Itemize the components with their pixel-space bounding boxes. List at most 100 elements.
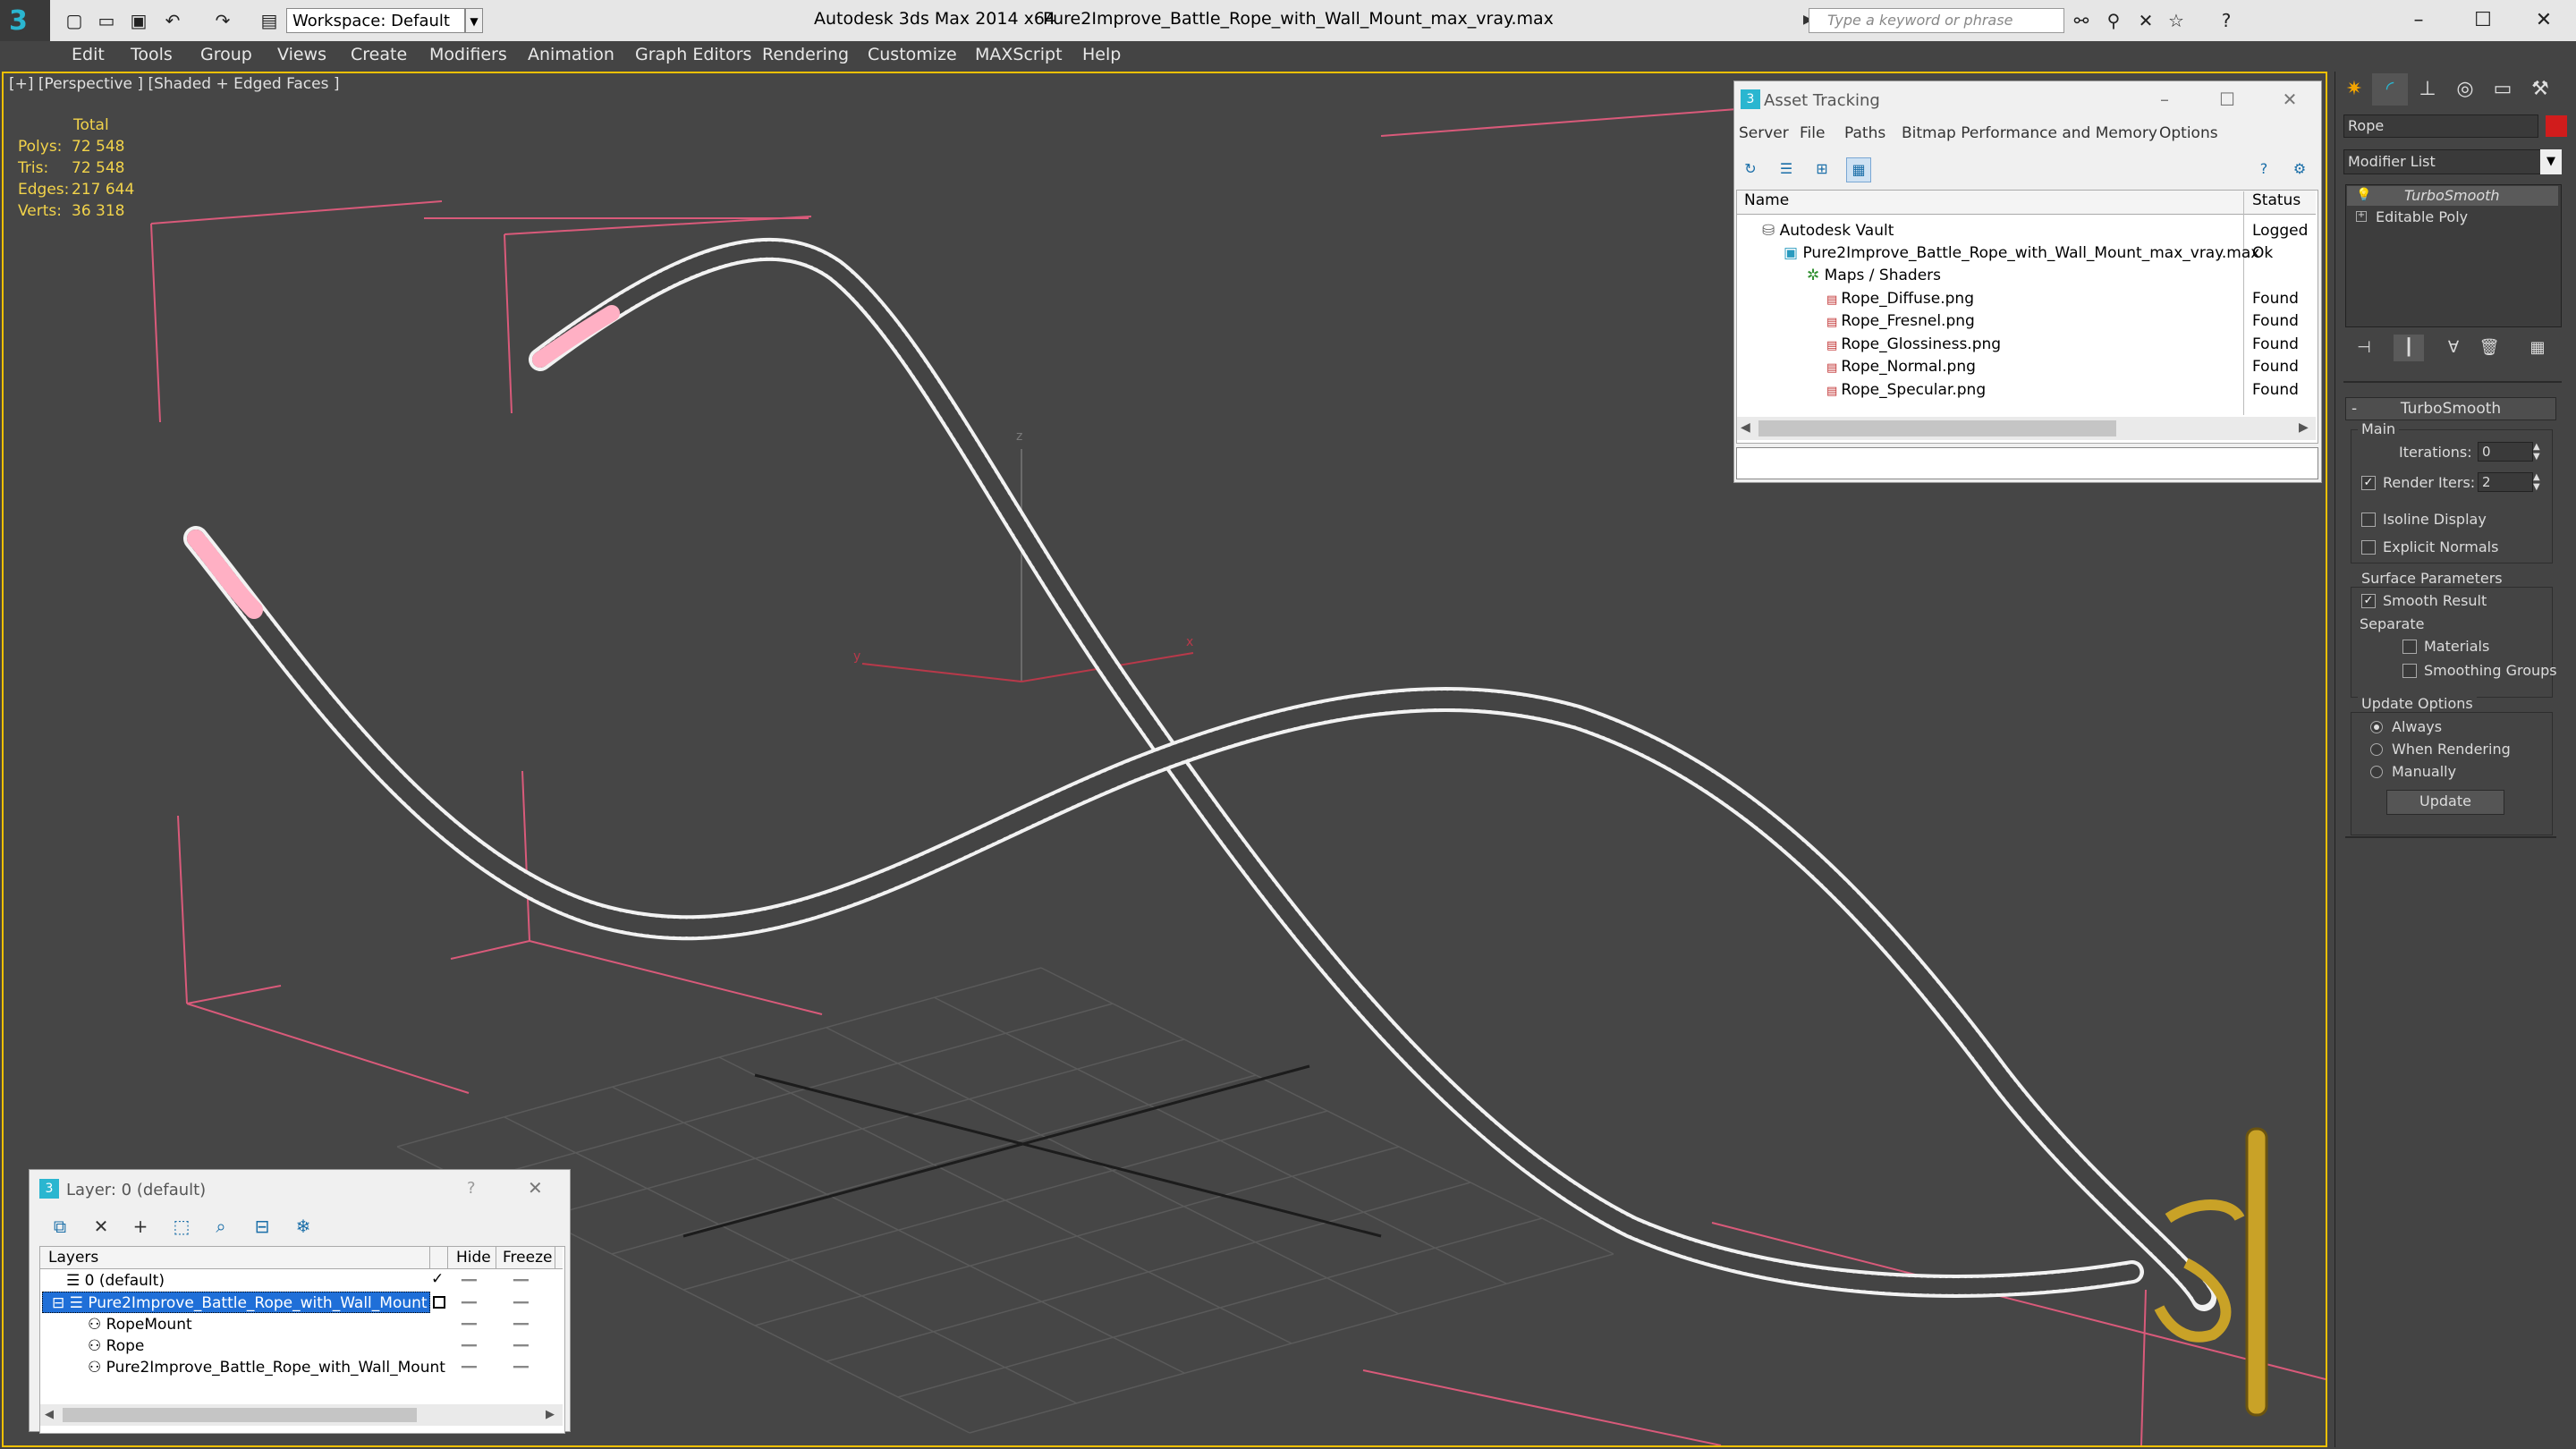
render-iters-checkbox[interactable]: ✓ [2361,476,2376,490]
save-file-icon[interactable]: ▣ [127,9,150,32]
table-view-icon[interactable]: ▦ [1846,157,1871,182]
favorites-star-icon[interactable]: ☆ [2165,9,2188,32]
freeze-toggle[interactable]: ━━ [513,1274,529,1288]
when-rendering-radio[interactable] [2370,743,2383,756]
help-icon[interactable]: ? [2252,157,2275,181]
viewport-label[interactable]: [+] [Perspective ] [Shaded + Edged Faces… [9,75,339,93]
list-view-icon[interactable]: ☰ [1775,157,1798,181]
turbosmooth-rollout-header[interactable]: - TurboSmooth [2345,397,2556,420]
chevron-down-icon[interactable]: ▼ [2540,149,2562,174]
expand-plus-icon[interactable]: + [2356,211,2367,222]
lightbulb-icon[interactable]: 💡 [2356,188,2371,202]
create-tab-icon[interactable]: ✷ [2336,73,2372,106]
column-layers-header[interactable]: Layers [48,1249,98,1267]
smooth-result-checkbox[interactable]: ✓ [2361,594,2376,608]
chevron-down-icon[interactable]: ▼ [465,8,483,33]
asset-path-field[interactable] [1736,447,2318,479]
modifier-list-dropdown[interactable]: Modifier List [2343,149,2560,174]
menu-help[interactable]: Help [1082,45,1121,64]
set-current-layer-box[interactable] [433,1296,445,1309]
manually-radio[interactable] [2370,766,2383,778]
table-row[interactable]: ▣ Pure2Improve_Battle_Rope_with_Wall_Mou… [1784,242,2259,265]
communication-icon[interactable]: ✕ [2134,9,2157,32]
menu-rendering[interactable]: Rendering [762,45,849,64]
menu-maxscript[interactable]: MAXScript [975,45,1063,64]
undo-icon[interactable]: ↶ [161,9,184,32]
delete-layer-icon[interactable]: ✕ [86,1213,116,1240]
tree-view-icon[interactable]: ⊞ [1810,157,1834,181]
asset-menu-options[interactable]: Options [2159,124,2218,142]
table-row[interactable]: ⛁ Autodesk Vault [1762,220,1894,242]
menu-group[interactable]: Group [200,45,252,64]
chevron-right-icon[interactable]: ▶ [2299,420,2309,435]
update-button[interactable]: Update [2386,790,2504,815]
chevron-left-icon[interactable]: ◀ [45,1408,54,1421]
minimize-icon[interactable]: – [2392,4,2445,38]
asset-menu-paths[interactable]: Paths [1844,124,1885,142]
always-radio[interactable] [2370,721,2383,733]
hide-toggle[interactable]: ━━ [462,1318,477,1332]
table-row[interactable]: ▤ Rope_Glossiness.png [1826,334,2001,356]
open-file-icon[interactable]: ▭ [95,9,118,32]
hide-toggle[interactable]: ━━ [462,1274,477,1288]
make-unique-icon[interactable]: ∀ [2438,335,2469,361]
maximize-icon[interactable]: ☐ [2209,88,2245,111]
modify-tab-icon[interactable]: ◜ [2372,73,2408,106]
highlight-layer-icon[interactable]: ⌕ [206,1213,236,1240]
help-icon[interactable]: ? [2215,9,2238,32]
explicit-normals-checkbox[interactable] [2361,540,2376,555]
table-row[interactable]: ▤ Rope_Normal.png [1826,356,1976,378]
render-iters-spinner[interactable]: 2 [2478,472,2533,492]
table-row[interactable]: ▤ Rope_Diffuse.png [1826,288,1974,310]
scrollbar-thumb[interactable] [1758,420,2116,436]
isoline-display-checkbox[interactable] [2361,513,2376,527]
asset-menu-bitmap-performance[interactable]: Bitmap Performance and Memory [1902,124,2157,142]
workspace-dropdown[interactable]: Workspace: Default [286,8,465,33]
settings-icon[interactable]: ⚙ [2288,157,2311,181]
freeze-toggle[interactable]: ━━ [513,1339,529,1353]
hide-toggle[interactable]: ━━ [462,1339,477,1353]
redo-icon[interactable]: ↷ [211,9,234,32]
chevron-right-icon[interactable]: ▶ [546,1408,555,1421]
binoculars-icon[interactable]: ⚯ [2070,9,2093,32]
pin-stack-icon[interactable]: ⊣ [2349,335,2379,361]
new-file-icon[interactable]: ▢ [63,9,86,32]
project-folder-icon[interactable]: ▤ [258,9,281,32]
object-row-rope[interactable]: ⚇ Rope [88,1335,144,1357]
object-name-field[interactable]: Rope [2343,114,2538,138]
layers-icon[interactable]: ⧉ [45,1213,75,1240]
hide-all-icon[interactable]: ⊟ [247,1213,277,1240]
iterations-spinner[interactable]: 0 [2478,442,2533,462]
app-menu-button[interactable]: 3 [0,0,50,41]
close-icon[interactable]: ✕ [528,1177,543,1199]
maximize-icon[interactable]: ☐ [2456,4,2510,38]
motion-tab-icon[interactable]: ◎ [2447,73,2483,106]
layer-row-battle-rope[interactable]: ⊟ ☰ Pure2Improve_Battle_Rope_with_Wall_M… [52,1292,428,1314]
hide-toggle[interactable]: ━━ [462,1296,477,1310]
refresh-icon[interactable]: ↻ [1739,157,1762,181]
minimize-icon[interactable]: – [2147,88,2182,111]
stack-item-editable-poly[interactable]: Editable Poly [2376,208,2468,225]
menu-graph-editors[interactable]: Graph Editors [635,45,751,64]
chevron-left-icon[interactable]: ◀ [1741,420,1750,435]
menu-tools[interactable]: Tools [131,45,173,64]
smoothing-groups-checkbox[interactable] [2402,664,2417,678]
menu-edit[interactable]: Edit [72,45,105,64]
current-layer-checkmark-icon[interactable]: ✓ [431,1270,444,1288]
configure-sets-icon[interactable]: ▦ [2522,335,2553,361]
freeze-all-icon[interactable]: ❄ [288,1213,318,1240]
menu-animation[interactable]: Animation [528,45,614,64]
object-color-swatch[interactable] [2546,115,2567,137]
materials-checkbox[interactable] [2402,640,2417,654]
remove-modifier-icon[interactable]: 🗑 [2474,335,2504,361]
spinner-arrows-icon[interactable]: ▲ ▼ [2533,472,2540,492]
menu-modifiers[interactable]: Modifiers [429,45,507,64]
show-end-result-icon[interactable]: ┃ [2394,335,2424,361]
scrollbar-thumb[interactable] [63,1408,417,1422]
column-freeze-header[interactable]: Freeze [503,1249,552,1267]
menu-create[interactable]: Create [351,45,407,64]
freeze-toggle[interactable]: ━━ [513,1296,529,1310]
search-input[interactable]: Type a keyword or phrase [1809,8,2064,33]
layer-row-default[interactable]: ☰ 0 (default) [66,1270,165,1292]
column-status-header[interactable]: Status [2252,191,2301,209]
